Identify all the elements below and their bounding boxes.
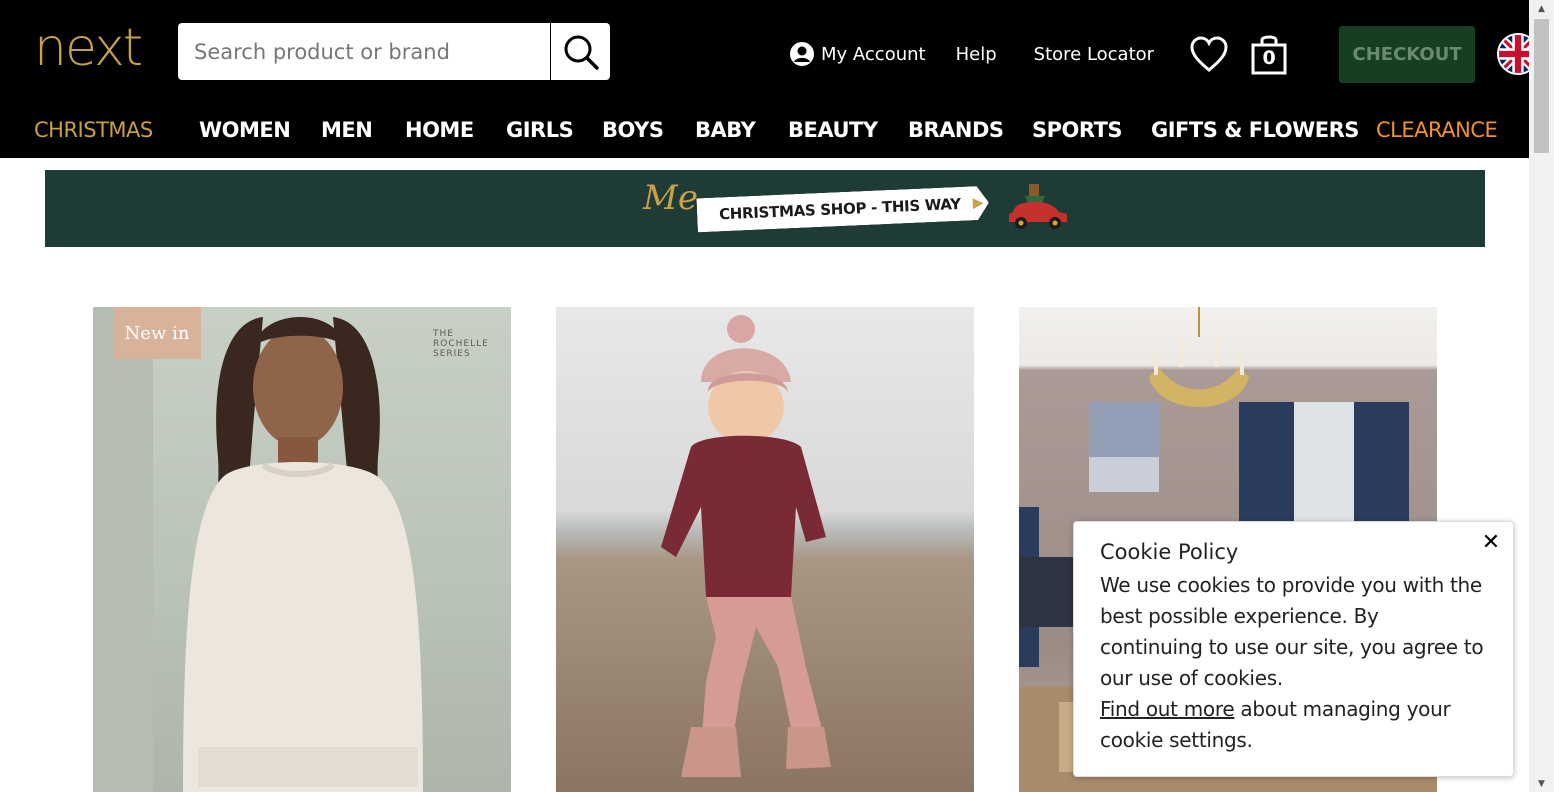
heart-icon bbox=[1190, 36, 1228, 72]
cookie-policy-title: Cookie Policy bbox=[1100, 540, 1239, 564]
search-input[interactable] bbox=[178, 23, 550, 80]
banner-ribbon-text: CHRISTMAS SHOP - THIS WAY bbox=[718, 194, 962, 224]
kids-promo-tile[interactable] bbox=[556, 307, 974, 792]
red-car-with-tree-icon bbox=[1009, 184, 1067, 229]
nav-brands[interactable]: BRANDS bbox=[908, 108, 1004, 152]
new-in-badge: New in bbox=[113, 307, 201, 359]
page: next My Account Help Store Locator bbox=[0, 0, 1554, 792]
shopping-bag-button[interactable]: 0 bbox=[1249, 33, 1289, 75]
wishlist-button[interactable] bbox=[1188, 33, 1230, 75]
nav-women[interactable]: WOMEN bbox=[199, 108, 291, 152]
scroll-down-arrow-icon[interactable]: ▼ bbox=[1529, 775, 1554, 792]
nav-gifts-flowers[interactable]: GIFTS & FLOWERS bbox=[1151, 108, 1359, 152]
nav-men[interactable]: MEN bbox=[321, 108, 373, 152]
cookie-policy-body: We use cookies to provide you with the b… bbox=[1100, 570, 1487, 756]
women-promo-tile[interactable]: New in THE ROCHELLE SERIES bbox=[93, 307, 511, 792]
close-icon[interactable]: ✕ bbox=[1479, 530, 1503, 555]
child-walking-illustration bbox=[661, 315, 831, 777]
woman-model-illustration bbox=[93, 307, 423, 792]
nav-girls[interactable]: GIRLS bbox=[506, 108, 574, 152]
scroll-up-arrow-icon[interactable]: ▲ bbox=[1529, 0, 1554, 17]
nav-christmas[interactable]: CHRISTMAS bbox=[34, 108, 153, 152]
next-logo[interactable]: next bbox=[34, 18, 143, 78]
my-account-label: My Account bbox=[821, 43, 926, 65]
nav-boys[interactable]: BOYS bbox=[602, 108, 664, 152]
nav-beauty[interactable]: BEAUTY bbox=[788, 108, 878, 152]
vertical-scrollbar[interactable]: ▲ ▼ bbox=[1529, 0, 1554, 792]
nav-home[interactable]: HOME bbox=[405, 108, 474, 152]
series-line-3: SERIES bbox=[433, 349, 471, 359]
series-line-2: ROCHELLE bbox=[433, 339, 489, 349]
user-circle-icon bbox=[790, 42, 814, 66]
main-navigation: CHRISTMAS WOMEN MEN HOME GIRLS BOYS BABY… bbox=[0, 108, 1529, 152]
help-link[interactable]: Help bbox=[956, 44, 997, 65]
checkout-button[interactable]: CHECKOUT bbox=[1339, 25, 1476, 83]
series-line-1: THE bbox=[433, 329, 454, 339]
nav-sports[interactable]: SPORTS bbox=[1032, 108, 1123, 152]
rochelle-series-label: THE ROCHELLE SERIES bbox=[433, 329, 489, 359]
banner-script-text: Me bbox=[643, 178, 698, 218]
nav-clearance[interactable]: CLEARANCE bbox=[1376, 108, 1498, 152]
store-locator-link[interactable]: Store Locator bbox=[1034, 44, 1154, 65]
play-arrow-icon: ▶ bbox=[972, 194, 984, 212]
site-header: next My Account Help Store Locator bbox=[0, 0, 1540, 158]
nav-baby[interactable]: BABY bbox=[695, 108, 756, 152]
banner-ribbon: CHRISTMAS SHOP - THIS WAY ▶ bbox=[696, 186, 989, 233]
scrollbar-thumb[interactable] bbox=[1534, 19, 1549, 153]
search-icon bbox=[564, 35, 599, 70]
cookie-policy-popup: ✕ Cookie Policy We use cookies to provid… bbox=[1073, 521, 1514, 777]
bag-count: 0 bbox=[1262, 47, 1276, 69]
search-button[interactable] bbox=[550, 23, 610, 80]
christmas-shop-banner[interactable]: Me CHRISTMAS SHOP - THIS WAY ▶ bbox=[45, 170, 1485, 247]
cookie-policy-message: We use cookies to provide you with the b… bbox=[1100, 573, 1484, 690]
find-out-more-link[interactable]: Find out more bbox=[1100, 697, 1235, 721]
my-account-link[interactable]: My Account bbox=[789, 41, 926, 67]
search-box bbox=[178, 23, 610, 80]
header-utility-links: My Account Help Store Locator 0 CHECKOUT bbox=[789, 25, 1540, 83]
